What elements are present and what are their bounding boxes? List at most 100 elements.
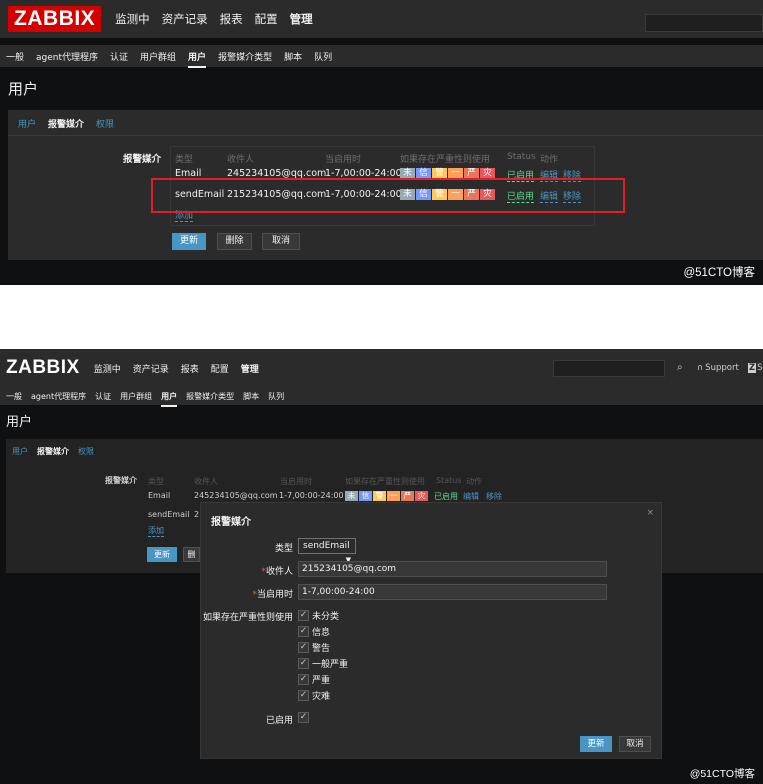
- tab-permissions[interactable]: 权限: [78, 446, 94, 457]
- checkmark-icon: ✓: [298, 674, 309, 685]
- page-title: 用户: [6, 415, 33, 430]
- col-recipient: 收件人: [227, 155, 255, 165]
- submenu-queue[interactable]: 队列: [314, 50, 332, 63]
- col-status: Status: [507, 152, 536, 162]
- update-button[interactable]: 更新: [147, 547, 177, 562]
- severity-not-classified-checkbox[interactable]: ✓ 未分类: [298, 609, 339, 622]
- submenu-scripts[interactable]: 脚本: [243, 391, 259, 402]
- submenu-users[interactable]: 用户: [188, 50, 207, 68]
- submenu-media-types[interactable]: 报警媒介类型: [186, 391, 234, 402]
- watermark: @51CTO博客: [683, 267, 755, 279]
- row1-recipient: 245234105@qq.com: [194, 491, 278, 500]
- submenu-authentication[interactable]: 认证: [95, 391, 111, 402]
- menu-monitoring[interactable]: 监测中: [94, 362, 121, 375]
- menu-inventory[interactable]: 资产记录: [162, 11, 208, 27]
- zabbix-share-icon: Z: [748, 363, 757, 373]
- menu-administration[interactable]: 管理: [290, 11, 313, 27]
- submenu-users[interactable]: 用户: [161, 391, 178, 407]
- severity-warning-checkbox[interactable]: ✓ 警告: [298, 641, 330, 654]
- col-action: 动作: [540, 155, 559, 165]
- severity-average-badge: 一: [387, 491, 400, 501]
- tab-media[interactable]: 报警媒介: [48, 117, 84, 130]
- checkmark-icon: ✓: [298, 690, 309, 701]
- menu-monitoring[interactable]: 监测中: [115, 11, 150, 27]
- support-link[interactable]: ∩ Support: [697, 363, 739, 373]
- menu-reports[interactable]: 报表: [181, 362, 199, 375]
- severity-high-checkbox[interactable]: ✓ 严重: [298, 673, 330, 686]
- headset-icon: ∩: [697, 363, 704, 373]
- update-button[interactable]: 更新: [172, 233, 206, 250]
- dialog-update-button[interactable]: 更新: [580, 736, 612, 752]
- search-input[interactable]: [645, 14, 763, 32]
- when-active-input[interactable]: 1-7,00:00-24:00: [298, 584, 607, 600]
- tab-user[interactable]: 用户: [12, 446, 28, 457]
- share-link[interactable]: Z S: [748, 363, 763, 373]
- submenu-scripts[interactable]: 脚本: [284, 50, 302, 63]
- tab-user[interactable]: 用户: [18, 117, 36, 130]
- top-navigation-bar: ZABBIX 监测中 资产记录 报表 配置 管理 ⌕ ∩ Support Z S: [0, 349, 763, 387]
- row1-type: Email: [148, 491, 171, 500]
- severity-average-checkbox[interactable]: ✓ 一般严重: [298, 657, 348, 670]
- col-severity: 如果存在严重性则使用: [400, 155, 491, 165]
- administration-submenu: 一般 agent代理程序 认证 用户群组 用户 报警媒介类型 脚本 队列: [0, 45, 763, 68]
- close-icon[interactable]: ×: [646, 508, 654, 518]
- row2-type: sendEmail: [148, 510, 190, 519]
- menu-configuration[interactable]: 配置: [255, 11, 278, 27]
- enabled-label: 已启用: [265, 716, 293, 726]
- recipient-label: *收件人: [261, 567, 293, 577]
- col-severity: 如果存在严重性则使用: [345, 477, 425, 486]
- severity-disaster-checkbox[interactable]: ✓ 灾难: [298, 689, 330, 702]
- share-label: S: [757, 363, 763, 373]
- severity-information-checkbox[interactable]: ✓ 信息: [298, 625, 330, 638]
- col-status: Status: [436, 476, 462, 485]
- administration-submenu: 一般 agent代理程序 认证 用户群组 用户 报警媒介类型 脚本 队列: [0, 387, 763, 407]
- submenu-proxies[interactable]: agent代理程序: [31, 391, 86, 402]
- add-media-link[interactable]: 添加: [148, 525, 164, 537]
- col-when-active: 当启用时: [280, 477, 312, 486]
- media-dialog: 报警媒介 × 类型 *收件人 *当启用时 如果存在严重性则使用 已启用 send…: [200, 502, 662, 759]
- zabbix-logo[interactable]: ZABBIX: [4, 355, 82, 381]
- form-tabs: 用户 报警媒介 权限: [12, 446, 103, 457]
- main-menu: 监测中 资产记录 报表 配置 管理: [88, 362, 265, 375]
- severity-high-badge: 严: [401, 491, 414, 501]
- tab-permissions[interactable]: 权限: [96, 117, 114, 130]
- enabled-checkbox[interactable]: ✓: [298, 712, 312, 723]
- severity-warning-badge: 警: [373, 491, 386, 501]
- search-input[interactable]: [553, 360, 665, 377]
- type-select[interactable]: sendEmail ▼: [298, 538, 356, 564]
- form-tabs: 用户 报警媒介 权限: [18, 117, 126, 130]
- cancel-button[interactable]: 取消: [262, 233, 300, 250]
- type-label: 类型: [274, 544, 293, 554]
- severity-label: 如果存在严重性则使用: [202, 613, 293, 623]
- menu-inventory[interactable]: 资产记录: [133, 362, 169, 375]
- screenshot-user-media-tab: ZABBIX 监测中 资产记录 报表 配置 管理 一般 agent代理程序 认证…: [0, 0, 763, 285]
- submenu-queue[interactable]: 队列: [268, 391, 284, 402]
- submenu-user-groups[interactable]: 用户群组: [120, 391, 152, 402]
- submenu-proxies[interactable]: agent代理程序: [36, 50, 98, 63]
- watermark: @51CTO博客: [689, 768, 755, 780]
- submenu-user-groups[interactable]: 用户群组: [140, 50, 176, 63]
- col-action: 动作: [466, 477, 482, 486]
- media-field-label: 报警媒介: [123, 154, 162, 165]
- checkmark-icon: ✓: [298, 712, 309, 723]
- submenu-general[interactable]: 一般: [6, 391, 22, 402]
- menu-reports[interactable]: 报表: [220, 11, 243, 27]
- submenu-media-types[interactable]: 报警媒介类型: [218, 50, 272, 63]
- recipient-input[interactable]: 215234105@qq.com: [298, 561, 607, 577]
- search-icon[interactable]: ⌕: [677, 362, 683, 373]
- submenu-authentication[interactable]: 认证: [110, 50, 128, 63]
- main-menu: 监测中 资产记录 报表 配置 管理: [109, 11, 319, 27]
- checkmark-icon: ✓: [298, 642, 309, 653]
- when-active-label: *当启用时: [252, 590, 293, 600]
- dialog-cancel-button[interactable]: 取消: [619, 736, 651, 752]
- col-recipient: 收件人: [194, 477, 218, 486]
- delete-button[interactable]: 删: [183, 547, 200, 562]
- menu-configuration[interactable]: 配置: [211, 362, 229, 375]
- media-field-label: 报警媒介: [105, 476, 137, 485]
- submenu-general[interactable]: 一般: [6, 50, 24, 63]
- zabbix-logo[interactable]: ZABBIX: [8, 6, 102, 32]
- menu-administration[interactable]: 管理: [241, 362, 259, 375]
- delete-button[interactable]: 删除: [217, 233, 252, 250]
- checkmark-icon: ✓: [298, 610, 309, 621]
- tab-media[interactable]: 报警媒介: [37, 446, 69, 457]
